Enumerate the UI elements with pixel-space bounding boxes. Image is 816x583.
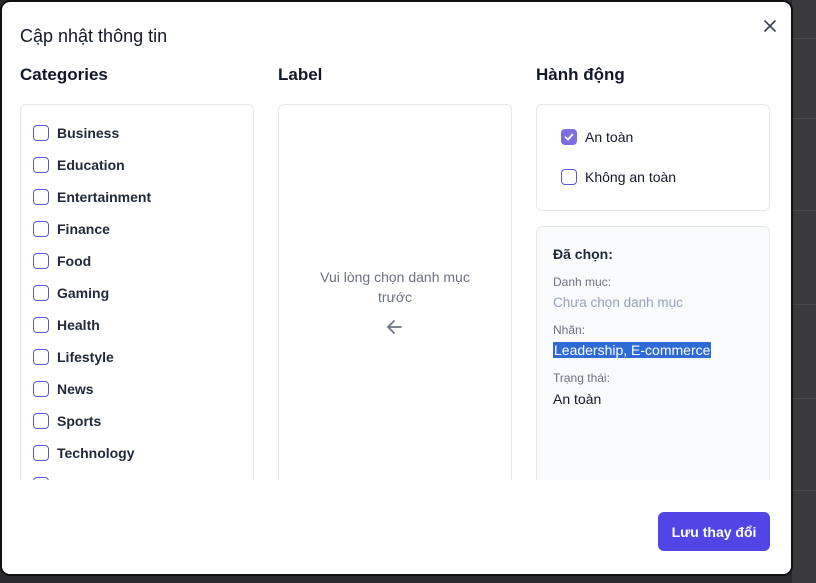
category-item-technology[interactable]: Technology (33, 437, 151, 469)
category-checkbox[interactable] (33, 349, 49, 365)
summary-tags-label: Nhãn: (553, 323, 586, 337)
category-item-lifestyle[interactable]: Lifestyle (33, 341, 151, 373)
arrow-left-icon (387, 320, 402, 334)
modal-title: Cập nhật thông tin (20, 26, 168, 46)
category-checkbox[interactable] (33, 189, 49, 205)
category-item-health[interactable]: Health (33, 309, 151, 341)
action-safe-label: An toàn (585, 129, 634, 145)
check-icon (564, 133, 574, 141)
summary-category-label: Danh mục: (553, 275, 612, 289)
category-label: Technology (57, 445, 135, 461)
action-safe[interactable]: An toàn (561, 129, 633, 145)
close-button[interactable] (760, 16, 780, 36)
category-item-education[interactable]: Education (33, 149, 151, 181)
category-item-gaming[interactable]: Gaming (33, 277, 151, 309)
category-label: Food (57, 253, 92, 269)
summary-panel: Đã chọn: Danh mục: Chưa chọn danh mục Nh… (536, 226, 770, 494)
category-checkbox[interactable] (33, 125, 49, 141)
category-label: Entertainment (57, 189, 152, 205)
category-item-sports[interactable]: Sports (33, 405, 151, 437)
category-checkbox[interactable] (33, 253, 49, 269)
background-page (792, 0, 816, 583)
category-checkbox[interactable] (33, 157, 49, 173)
category-item-entertainment[interactable]: Entertainment (33, 181, 151, 213)
summary-status-value: An toàn (553, 391, 602, 407)
category-checkbox[interactable] (33, 445, 49, 461)
category-label: Education (57, 157, 125, 173)
summary-status-label: Trạng thái: (553, 371, 610, 385)
label-heading: Label (278, 65, 323, 84)
category-label: News (57, 381, 94, 397)
action-unsafe-checkbox[interactable] (561, 169, 577, 185)
label-empty-message: Vui lòng chọn danh mục trước (320, 269, 470, 305)
category-item-news[interactable]: News (33, 373, 151, 405)
category-label: Gaming (57, 285, 110, 301)
category-item-food[interactable]: Food (33, 245, 151, 277)
categories-list: Business Education Entertainment Finance Foo… (33, 117, 151, 493)
category-checkbox[interactable] (33, 285, 49, 301)
category-label: Finance (57, 221, 110, 237)
action-unsafe[interactable]: Không an toàn (561, 169, 676, 185)
category-label: Health (57, 317, 100, 333)
category-label: Business (57, 125, 120, 141)
category-checkbox[interactable] (33, 413, 49, 429)
category-label: Sports (57, 413, 102, 429)
category-item-business[interactable]: Business (33, 117, 151, 149)
update-info-modal: Cập nhật thông tin Categories Label Hành… (0, 0, 793, 576)
close-icon (764, 20, 776, 32)
category-label: Lifestyle (57, 349, 114, 365)
category-checkbox[interactable] (33, 381, 49, 397)
category-item-finance[interactable]: Finance (33, 213, 151, 245)
category-checkbox[interactable] (33, 221, 49, 237)
summary-category-value: Chưa chọn danh mục (553, 295, 683, 310)
categories-heading: Categories (20, 65, 108, 84)
label-panel: Vui lòng chọn danh mục trước (278, 104, 512, 494)
save-changes-button[interactable]: Lưu thay đổi (658, 512, 770, 551)
action-unsafe-label: Không an toàn (585, 169, 677, 185)
summary-title: Đã chọn: (553, 246, 613, 262)
actions-heading: Hành động (536, 65, 625, 84)
actions-panel: An toàn Không an toàn (536, 104, 770, 211)
summary-tags-value: Leadership, E-commerce (553, 342, 712, 358)
categories-panel[interactable]: Business Education Entertainment Finance Foo… (20, 104, 254, 494)
action-safe-checkbox[interactable] (561, 129, 577, 145)
category-checkbox[interactable] (33, 317, 49, 333)
